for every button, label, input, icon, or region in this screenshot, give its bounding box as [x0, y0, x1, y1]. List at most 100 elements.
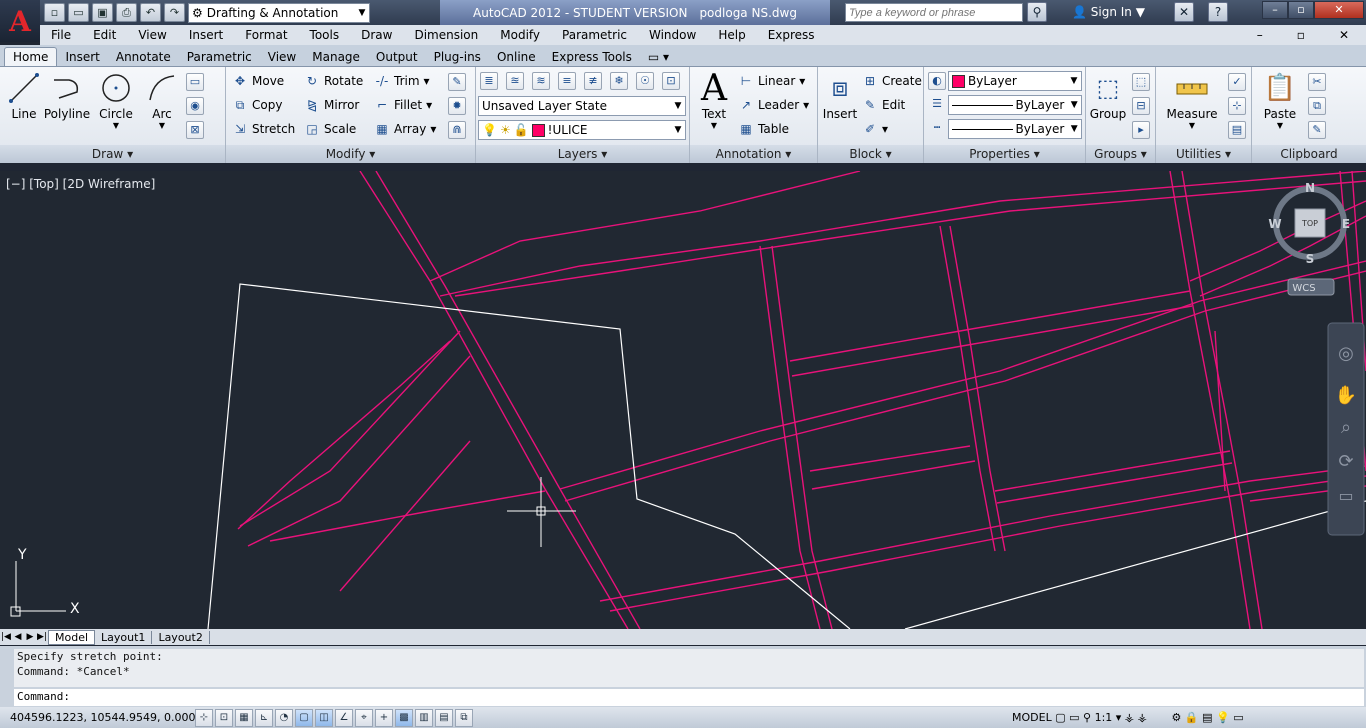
ribbon-minimize-icon[interactable]: ▭ ▾ — [640, 48, 677, 66]
copy-clip-icon[interactable]: ⧉ — [1308, 97, 1326, 115]
create-block-button[interactable]: ⊞ Create — [862, 71, 922, 91]
selection-cycling-icon[interactable]: ⧉ — [455, 708, 473, 727]
prev-tab-icon[interactable]: ◀ — [12, 632, 24, 642]
tab-manage[interactable]: Manage — [304, 48, 368, 66]
clipboard-panel-title[interactable]: Clipboard — [1252, 145, 1366, 163]
doc-close-icon[interactable]: ✕ — [1328, 28, 1360, 42]
ungroup-icon[interactable]: ⬚ — [1132, 73, 1150, 91]
drawing-area[interactable]: Y X TOP N S E W WCS ◎ ✋ ⌕ ⟳ ▭ [−] [Top] … — [0, 171, 1366, 629]
menu-dimension[interactable]: Dimension — [403, 28, 489, 42]
draw-panel-title[interactable]: Draw ▾ — [0, 145, 225, 163]
auto-scale-icon[interactable]: ⚶ — [1138, 711, 1147, 724]
tab-model[interactable]: Model — [48, 629, 96, 645]
groups-panel-title[interactable]: Groups ▾ — [1086, 145, 1155, 163]
new-icon[interactable]: ▫ — [44, 3, 65, 22]
group-button[interactable]: ⬚ Group — [1088, 71, 1128, 121]
compass-north[interactable]: N — [1305, 181, 1315, 195]
transparency-icon[interactable]: ▥ — [415, 708, 433, 727]
lineweight-select[interactable]: ByLayer ▼ — [948, 95, 1082, 115]
annotation-panel-title[interactable]: Annotation ▾ — [690, 145, 817, 163]
navigation-bar[interactable]: ◎ ✋ ⌕ ⟳ ▭ — [1327, 322, 1365, 536]
circle-button[interactable]: Circle ▼ — [94, 71, 138, 130]
line-button[interactable]: Line — [4, 71, 44, 121]
insert-block-button[interactable]: ⧈ Insert — [820, 71, 860, 122]
measure-button[interactable]: Measure ▼ — [1162, 71, 1222, 130]
rotate-button[interactable]: ↻ Rotate — [304, 71, 363, 91]
linear-dimension-button[interactable]: ⊢ Linear ▾ — [738, 71, 806, 91]
zoom-icon[interactable]: ⌕ — [1341, 417, 1351, 438]
arc-button[interactable]: Arc ▼ — [140, 71, 184, 130]
sign-in-button[interactable]: 👤 Sign In ▼ — [1072, 3, 1172, 22]
layer-state-select[interactable]: Unsaved Layer State ▼ — [478, 96, 686, 116]
fillet-button[interactable]: ⌐ Fillet ▾ — [374, 95, 432, 115]
isolate-objects-icon[interactable]: 💡 — [1216, 711, 1230, 724]
erase-icon[interactable]: ✎ — [448, 73, 466, 91]
annotation-visibility-icon[interactable]: ⚶ — [1125, 711, 1134, 724]
clean-screen-icon[interactable]: ▭ — [1233, 711, 1243, 724]
binoculars-icon[interactable]: ⚲ — [1027, 2, 1047, 22]
tab-view[interactable]: View — [260, 48, 304, 66]
text-button[interactable]: A Text ▼ — [694, 68, 734, 131]
showmotion-icon[interactable]: ▭ — [1338, 486, 1353, 505]
search-input[interactable] — [845, 3, 1023, 22]
linetype-select[interactable]: ByLayer ▼ — [948, 119, 1082, 139]
block-panel-title[interactable]: Block ▾ — [818, 145, 923, 163]
minimize-button[interactable]: – — [1262, 1, 1288, 19]
dynamic-input-icon[interactable]: + — [375, 708, 393, 727]
save-icon[interactable]: ▣ — [92, 3, 113, 22]
layer-properties-icon[interactable]: ≣ — [480, 72, 498, 90]
polar-tracking-icon[interactable]: ◔ — [275, 708, 293, 727]
polyline-button[interactable]: Polyline — [42, 71, 92, 121]
infer-constraints-icon[interactable]: ⊹ — [195, 708, 213, 727]
menu-window[interactable]: Window — [638, 28, 707, 42]
edit-attributes-button[interactable]: ✐ ▾ — [862, 119, 888, 139]
layer-isolate-icon[interactable]: ≡ — [558, 72, 576, 90]
tab-annotate[interactable]: Annotate — [108, 48, 179, 66]
properties-panel-title[interactable]: Properties ▾ — [924, 145, 1085, 163]
boundary-icon[interactable]: ⊠ — [186, 121, 204, 139]
quick-select-icon[interactable]: ✓ — [1228, 73, 1246, 91]
lineweight-toggle-icon[interactable]: ▩ — [395, 708, 413, 727]
layer-select[interactable]: 💡 ☀ 🔓 !ULICE ▼ — [478, 120, 686, 140]
menu-format[interactable]: Format — [234, 28, 298, 42]
tab-insert[interactable]: Insert — [57, 48, 107, 66]
move-button[interactable]: ✥ Move — [232, 71, 284, 91]
exchange-icon[interactable]: ✕ — [1174, 2, 1194, 22]
trim-button[interactable]: -/- Trim ▾ — [374, 71, 430, 91]
drawing-canvas[interactable]: Y X TOP N S E W WCS ◎ ✋ ⌕ ⟳ ▭ — [0, 171, 1366, 629]
tab-online[interactable]: Online — [489, 48, 544, 66]
tab-plugins[interactable]: Plug-ins — [426, 48, 489, 66]
viewport-controls-label[interactable]: [−] [Top] [2D Wireframe] — [6, 177, 155, 191]
offset-icon[interactable]: ⋒ — [448, 121, 466, 139]
workspace-switch-icon[interactable]: ⚙ — [1172, 711, 1182, 724]
layers-panel-title[interactable]: Layers ▾ — [476, 145, 689, 163]
rectangle-icon[interactable]: ▭ — [186, 73, 204, 91]
menu-insert[interactable]: Insert — [178, 28, 234, 42]
tab-parametric[interactable]: Parametric — [179, 48, 260, 66]
menu-modify[interactable]: Modify — [489, 28, 551, 42]
mirror-button[interactable]: ⧎ Mirror — [304, 95, 359, 115]
menu-file[interactable]: File — [40, 28, 82, 42]
select-all-icon[interactable]: ⊹ — [1228, 97, 1246, 115]
match-props-icon[interactable]: ✎ — [1308, 121, 1326, 139]
hatch-icon[interactable]: ◉ — [186, 97, 204, 115]
coordinates-readout[interactable]: 404596.1223, 10544.9549, 0.0000 — [0, 711, 202, 724]
paste-button[interactable]: 📋 Paste ▼ — [1258, 71, 1302, 130]
doc-restore-icon[interactable]: ▫ — [1286, 28, 1316, 42]
layer-match-icon[interactable]: ≊ — [506, 72, 524, 90]
leader-button[interactable]: ↗ Leader ▾ — [738, 95, 809, 115]
close-button[interactable]: ✕ — [1314, 1, 1364, 19]
tab-output[interactable]: Output — [368, 48, 426, 66]
array-button[interactable]: ▦ Array ▾ — [374, 119, 436, 139]
layer-previous-icon[interactable]: ≋ — [532, 72, 550, 90]
compass-west[interactable]: W — [1268, 217, 1281, 231]
menu-help[interactable]: Help — [707, 28, 756, 42]
object-snap-icon[interactable]: ▢ — [295, 708, 313, 727]
compass-east[interactable]: E — [1342, 217, 1350, 231]
workspace-selector[interactable]: ⚙ Drafting & Annotation ▼ — [188, 2, 370, 23]
undo-icon[interactable]: ↶ — [140, 3, 161, 22]
menu-tools[interactable]: Tools — [299, 28, 351, 42]
quick-view-layouts-icon[interactable]: ▢ — [1055, 711, 1065, 724]
utilities-panel-title[interactable]: Utilities ▾ — [1156, 145, 1251, 163]
stretch-button[interactable]: ⇲ Stretch — [232, 119, 295, 139]
